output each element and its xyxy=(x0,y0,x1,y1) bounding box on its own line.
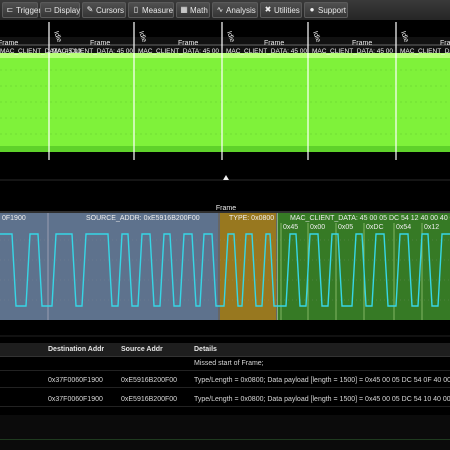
overview-client-label: MAC_CLIENT_DATA: 45 00 xyxy=(138,48,219,55)
math-icon: ▦ xyxy=(180,5,188,14)
col-destination-addr[interactable]: Destination Addr xyxy=(48,346,104,353)
overview-panel: Idle Idle Idle Idle Idle Frame Frame Frame Frame… xyxy=(0,20,450,190)
byte-label: 0xDC xyxy=(366,224,384,231)
type-label: TYPE: 0x0800 xyxy=(229,215,274,222)
trigger-icon: ⊏ xyxy=(6,5,14,14)
table-row[interactable]: 0x37F0060F1900 0xE5916B200F00 Type/Length … xyxy=(0,374,450,388)
detail-waveform: Frame 0F1900 SOURCE_ADDR: 0xE5916B200F00 TY… xyxy=(0,190,450,343)
src-addr-region xyxy=(0,213,218,320)
table-header: Destination Addr Source Addr Details xyxy=(0,343,450,357)
byte-label: 0x00 xyxy=(310,224,325,231)
overview-client-label: MAC_CLIENT_DATA: 45 00 xyxy=(226,48,307,55)
toolbar-display-button[interactable]: ▭ Display xyxy=(40,2,80,18)
toolbar-support-button[interactable]: ● Support xyxy=(304,2,348,18)
toolbar-button-label: Trigger xyxy=(16,6,42,15)
cell-details: Missed start of Frame; xyxy=(194,360,264,367)
analysis-icon: ∿ xyxy=(216,5,224,14)
toolbar-button-label: Utilities xyxy=(274,6,300,15)
status-bar xyxy=(0,415,450,450)
overview-frame-label: Frame xyxy=(352,40,372,47)
toolbar-button-label: Measure xyxy=(142,6,174,15)
display-icon: ▭ xyxy=(44,5,52,14)
cell-src: 0xE5916B200F00 xyxy=(121,377,178,384)
dst-addr-label: 0F1900 xyxy=(2,215,26,222)
toolbar-button-label: Display xyxy=(54,6,81,15)
detail-panel: Frame 0F1900 SOURCE_ADDR: 0xE5916B200F00 TY… xyxy=(0,190,450,343)
toolbar-utilities-button[interactable]: ✖ Utilities xyxy=(260,2,302,18)
status-divider xyxy=(0,439,450,440)
overview-frame-label: Frame xyxy=(90,40,110,47)
table-row[interactable]: Missed start of Frame; xyxy=(0,357,450,371)
src-addr-label: SOURCE_ADDR: 0xE5916B200F00 xyxy=(86,215,200,222)
cell-details: Type/Length = 0x0800; Data payload [leng… xyxy=(194,396,450,403)
overview-envelope-bottom xyxy=(0,146,450,152)
toolbar-measure-button[interactable]: ▯ Measure xyxy=(128,2,174,18)
table-row[interactable]: 0x37F0060F1900 0xE5916B200F00 Type/Length … xyxy=(0,393,450,407)
toolbar-trigger-button[interactable]: ⊏ Trigger xyxy=(2,2,42,18)
overview-frame-label: Frame xyxy=(0,40,18,47)
toolbar-button-label: Cursors xyxy=(96,6,125,15)
toolbar-button-label: Analysis xyxy=(226,6,256,15)
measure-icon: ▯ xyxy=(133,5,139,14)
detail-frame-label: Frame xyxy=(216,205,236,212)
utilities-icon: ✖ xyxy=(264,5,272,14)
cell-src: 0xE5916B200F00 xyxy=(121,396,178,403)
support-icon: ● xyxy=(309,5,315,14)
overview-client-label: MAC_CLIENT_DATA: 45 00 xyxy=(400,48,450,55)
cell-dst: 0x37F0060F1900 xyxy=(48,377,103,384)
byte-label: 0x05 xyxy=(338,224,353,231)
toolbar-analysis-button[interactable]: ∿ Analysis xyxy=(212,2,258,18)
overview-waveform: Idle Idle Idle Idle IdleFrame Frame Frame Frame… xyxy=(0,20,450,190)
toolbar-math-button[interactable]: ▦ Math xyxy=(176,2,210,18)
overview-client-label: MAC_CLIENT_DATA: 45 00 xyxy=(312,48,393,55)
toolbar-cursors-button[interactable]: ✎ Cursors xyxy=(82,2,126,18)
byte-label: 0x54 xyxy=(396,224,411,231)
decode-table: Destination Addr Source Addr Details Mis… xyxy=(0,343,450,415)
toolbar-button-label: Support xyxy=(318,6,347,15)
overview-frame-label: Frame xyxy=(440,40,450,47)
cell-details: Type/Length = 0x0800; Data payload [leng… xyxy=(194,377,450,384)
col-source-addr[interactable]: Source Addr xyxy=(121,346,163,353)
col-details[interactable]: Details xyxy=(194,346,217,353)
main-toolbar: ⊏ Trigger ▭ Display ✎ Cursors ▯ Measure ▦ Math ∿ An… xyxy=(0,0,450,21)
type-region xyxy=(220,213,276,320)
overview-frame-label: Frame xyxy=(264,40,284,47)
byte-label: 0x45 xyxy=(283,224,298,231)
toolbar-button-label: Math xyxy=(190,6,208,15)
byte-label: 0x12 xyxy=(424,224,439,231)
client-data-label: MAC_CLIENT_DATA: 45 00 05 DC 54 12 40 00… xyxy=(290,215,450,222)
overview-client-label: MAC_CLIENT_DATA: 45 00 xyxy=(52,48,133,55)
cursors-icon: ✎ xyxy=(86,5,94,14)
cell-dst: 0x37F0060F1900 xyxy=(48,396,103,403)
overview-frame-label: Frame xyxy=(178,40,198,47)
